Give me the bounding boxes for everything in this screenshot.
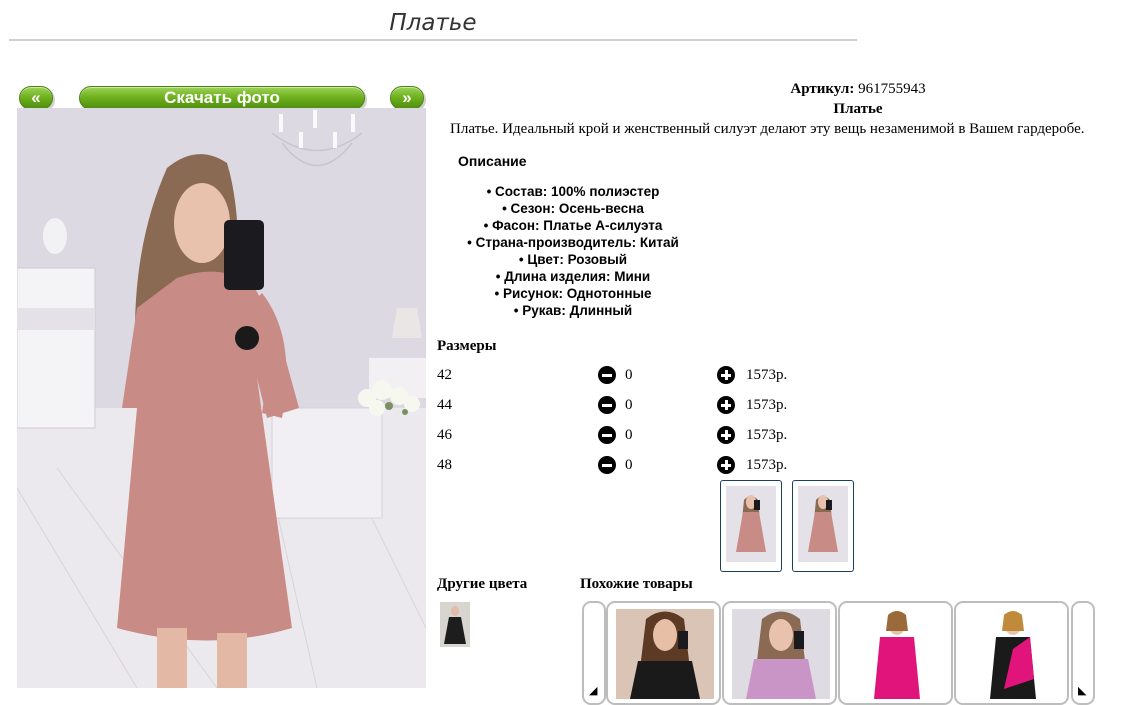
description-heading: Описание: [458, 153, 527, 169]
minus-circle-icon[interactable]: [598, 396, 616, 414]
spec-item: Состав: 100% полиэстер: [430, 183, 716, 200]
spec-item: Длина изделия: Мини: [430, 268, 716, 285]
spec-list: Состав: 100% полиэстер Сезон: Осень-весн…: [430, 183, 716, 319]
product-name: Платье: [833, 101, 883, 117]
spec-item: Фасон: Платье А-силуэта: [430, 217, 716, 234]
plus-circle-icon[interactable]: [717, 456, 735, 474]
arrow-left-icon[interactable]: ◢: [582, 601, 606, 705]
minus-circle-icon[interactable]: [598, 426, 616, 444]
download-photo-button[interactable]: Скачать фото: [79, 86, 365, 110]
spec-item: Рукав: Длинный: [430, 302, 716, 319]
spec-item: Сезон: Осень-весна: [430, 200, 716, 217]
sizes-heading: Размеры: [437, 338, 497, 354]
product-short-description: Платье. Идеальный крой и женственный сил…: [450, 121, 1085, 137]
plus-circle-icon[interactable]: [717, 426, 735, 444]
plus-circle-icon[interactable]: [717, 396, 735, 414]
page-title: Платье: [389, 10, 477, 36]
photo-thumbnail[interactable]: [720, 480, 782, 572]
quantity-value: 0: [625, 427, 633, 443]
prev-photo-button[interactable]: «: [19, 86, 53, 110]
color-variant-black[interactable]: [440, 602, 470, 647]
next-photo-button[interactable]: »: [390, 86, 424, 110]
sku-label: Артикул:: [790, 81, 855, 97]
spec-item: Цвет: Розовый: [430, 251, 716, 268]
size-label: 48: [437, 457, 452, 473]
other-colors-heading: Другие цвета: [437, 576, 528, 592]
quantity-value: 0: [625, 397, 633, 413]
similar-product-card[interactable]: [954, 601, 1069, 705]
similar-product-card[interactable]: [722, 601, 837, 705]
price: 1573р.: [746, 397, 788, 413]
photo-thumbnail[interactable]: [792, 480, 854, 572]
minus-circle-icon[interactable]: [598, 366, 616, 384]
price: 1573р.: [746, 427, 788, 443]
size-row: 44 0 1573р.: [437, 395, 857, 419]
minus-circle-icon[interactable]: [598, 456, 616, 474]
quantity-value: 0: [625, 457, 633, 473]
similar-product-card[interactable]: [606, 601, 721, 705]
size-label: 46: [437, 427, 452, 443]
main-product-photo: [17, 108, 426, 688]
quantity-value: 0: [625, 367, 633, 383]
size-row: 42 0 1573р.: [437, 365, 857, 389]
plus-circle-icon[interactable]: [717, 366, 735, 384]
price: 1573р.: [746, 367, 788, 383]
title-divider: [9, 39, 857, 41]
spec-item: Страна-производитель: Китай: [430, 234, 716, 251]
sku-value: 961755943: [858, 81, 926, 97]
similar-products-heading: Похожие товары: [580, 576, 693, 592]
price: 1573р.: [746, 457, 788, 473]
size-row: 48 0 1573р.: [437, 455, 857, 479]
arrow-right-icon[interactable]: ◣: [1071, 601, 1095, 705]
product-sku: Артикул: 961755943: [430, 81, 1126, 98]
size-label: 42: [437, 367, 452, 383]
spec-item: Рисунок: Однотонные: [430, 285, 716, 302]
size-label: 44: [437, 397, 452, 413]
similar-product-card[interactable]: [838, 601, 953, 705]
size-row: 46 0 1573р.: [437, 425, 857, 449]
